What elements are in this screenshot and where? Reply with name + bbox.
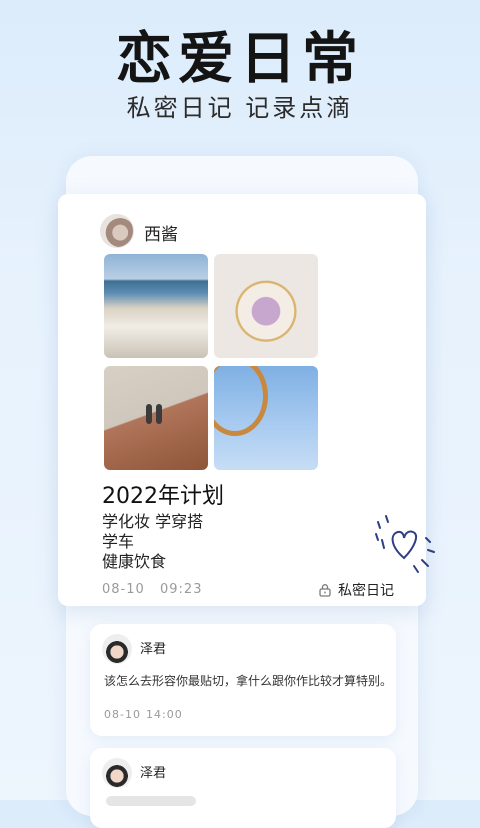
comment-username: 泽君	[140, 642, 167, 657]
heart-doodle-icon	[375, 515, 435, 573]
comment-card[interactable]: 泽君	[90, 748, 396, 828]
couple-hill-photo[interactable]	[104, 366, 208, 470]
comment-placeholder-bar	[106, 796, 196, 806]
diary-card[interactable]: 西酱 2022年计划 学化妆 学穿搭 学车 健康饮食 08-10 09:23 私…	[58, 194, 435, 606]
lock-icon	[319, 584, 331, 597]
page-subtitle: 私密日记 记录点滴	[126, 94, 354, 122]
comment-text: 该怎么去形容你最贴切，拿什么跟你作比较才算特别。	[104, 674, 393, 688]
card-date: 08-10	[102, 582, 145, 597]
page-title: 恋爱日常	[116, 27, 364, 92]
comment-time: 14:00	[146, 708, 183, 721]
avatar[interactable]	[102, 758, 132, 788]
swing-ride-photo[interactable]	[214, 366, 318, 470]
flower-plate-photo[interactable]	[214, 254, 318, 358]
entry-line: 健康饮食	[102, 552, 167, 571]
privacy-label[interactable]: 私密日记	[338, 580, 394, 600]
city-harbor-photo[interactable]	[104, 254, 208, 358]
comment-date: 08-10	[104, 708, 141, 721]
entry-title: 2022年计划	[102, 484, 224, 509]
comment-username: 泽君	[140, 766, 167, 781]
card-time: 09:23	[160, 582, 203, 597]
username: 西酱	[144, 225, 178, 245]
avatar[interactable]	[102, 634, 132, 664]
comment-card[interactable]: 泽君 该怎么去形容你最贴切，拿什么跟你作比较才算特别。 08-10 14:00	[90, 624, 396, 736]
avatar[interactable]	[100, 214, 134, 248]
